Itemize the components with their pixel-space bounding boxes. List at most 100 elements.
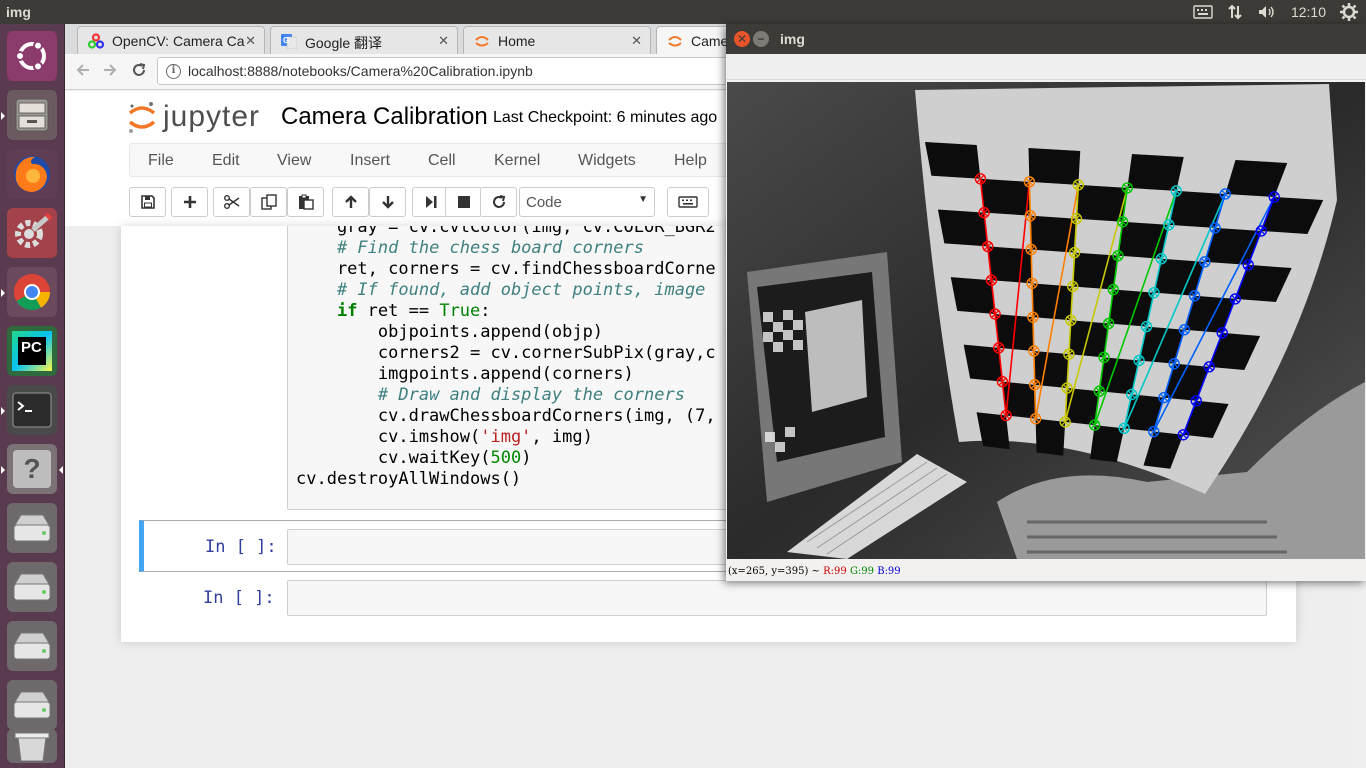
minimize-window-button[interactable]: −	[753, 31, 769, 47]
plus-icon	[183, 196, 196, 208]
clock[interactable]: 12:10	[1291, 4, 1326, 20]
launcher-system-settings[interactable]	[7, 208, 57, 258]
interrupt-button[interactable]	[445, 187, 482, 217]
tab-label: OpenCV: Camera Ca	[112, 33, 245, 49]
pycharm-icon: PC	[12, 331, 52, 371]
chessboard-square	[925, 142, 981, 179]
network-icon[interactable]	[1227, 4, 1243, 20]
help-icon: ?	[13, 450, 51, 488]
info-icon[interactable]: i	[166, 64, 181, 79]
launcher-drive-3[interactable]	[7, 621, 57, 671]
running-indicator	[1, 112, 5, 120]
restart-button[interactable]	[480, 187, 517, 217]
code-line: objpoints.append(objp)	[296, 322, 604, 342]
drive-icon	[13, 573, 51, 601]
move-up-button[interactable]	[332, 187, 369, 217]
code-line: cv.drawChessboardCorners(img, (7,	[296, 406, 716, 426]
pixel-status-bar: (x=265, y=395) ~ R:99 G:99 B:99	[726, 566, 901, 580]
file-cabinet-icon	[15, 98, 49, 132]
green-channel-value: G:99	[849, 566, 875, 577]
window-title: img	[780, 31, 805, 47]
address-bar[interactable]: i localhost:8888/notebooks/Camera%20Cali…	[157, 57, 757, 85]
launcher-files[interactable]	[1, 90, 57, 140]
cut-button[interactable]	[213, 187, 250, 217]
code-line: cv.waitKey(	[296, 448, 491, 468]
launcher-help[interactable]: ?	[1, 444, 63, 494]
code-keyword: if	[336, 301, 358, 321]
notebook-title[interactable]: Camera Calibration	[281, 103, 488, 131]
tab-opencv[interactable]: OpenCV: Camera Ca ✕	[77, 26, 265, 54]
input-prompt: In [ ]:	[203, 588, 275, 608]
close-icon[interactable]: ✕	[438, 33, 449, 49]
pycharm-label: PC	[18, 337, 46, 365]
menu-help[interactable]: Help	[674, 152, 707, 170]
blue-channel-value: B:99	[877, 566, 901, 577]
help-glyph: ?	[23, 453, 41, 484]
volume-icon[interactable]	[1257, 4, 1277, 20]
jupyter-logo-icon	[128, 102, 156, 133]
launcher-firefox[interactable]	[7, 149, 57, 199]
keyboard-icon[interactable]	[1193, 5, 1213, 19]
save-button[interactable]	[129, 187, 166, 217]
terminal-icon	[12, 392, 52, 428]
drive-icon	[13, 514, 51, 542]
window-titlebar[interactable]: ✕ − img	[726, 24, 1366, 54]
chessboard-square	[1028, 148, 1081, 185]
menu-kernel[interactable]: Kernel	[494, 152, 540, 170]
tab-home[interactable]: Home ✕	[463, 26, 651, 54]
gear-icon[interactable]	[1340, 3, 1358, 21]
calibration-image[interactable]	[727, 82, 1365, 559]
launcher-drive-1[interactable]	[7, 503, 57, 553]
code-line: ret ==	[357, 301, 440, 321]
cell-input-area[interactable]	[287, 580, 1267, 616]
code-line: , img)	[531, 427, 593, 447]
trash-icon	[14, 732, 50, 761]
move-down-button[interactable]	[369, 187, 406, 217]
arrow-up-icon	[344, 195, 357, 208]
step-forward-icon	[425, 196, 436, 208]
copy-icon	[260, 194, 277, 210]
scissors-icon	[223, 195, 239, 209]
code-line: gray = cv.cvtColor(img, cv.COLOR_BGR2	[296, 226, 716, 237]
launcher-chrome[interactable]	[1, 267, 57, 317]
code-line: cv.imshow(	[296, 427, 481, 447]
keyboard-icon	[678, 196, 698, 208]
reload-button[interactable]	[131, 62, 147, 83]
run-button[interactable]	[412, 187, 449, 217]
launcher-dash[interactable]	[7, 31, 57, 81]
insert-cell-button[interactable]	[171, 187, 208, 217]
code-comment: # Find the chess board corners	[336, 238, 644, 258]
cell-type-select[interactable]: Code ▼	[519, 187, 655, 217]
close-icon[interactable]: ✕	[245, 33, 256, 49]
launcher-drive-4[interactable]	[7, 680, 57, 730]
settings-icon	[15, 212, 53, 248]
launcher-pycharm[interactable]: PC	[7, 326, 57, 376]
top-panel: img 12:10	[0, 0, 1366, 24]
monitor-window	[805, 300, 867, 412]
command-palette-button[interactable]	[667, 187, 709, 217]
code-line: imgpoints.append(corners)	[296, 364, 634, 384]
launcher-drive-2[interactable]	[7, 562, 57, 612]
menu-edit[interactable]: Edit	[212, 152, 240, 170]
jupyter-icon	[475, 36, 489, 47]
back-button[interactable]	[75, 62, 91, 83]
copy-button[interactable]	[250, 187, 287, 217]
tab-label: Google 翻译	[305, 35, 383, 51]
menu-widgets[interactable]: Widgets	[578, 152, 636, 170]
menu-cell[interactable]: Cell	[428, 152, 456, 170]
menu-insert[interactable]: Insert	[350, 152, 390, 170]
launcher-trash[interactable]	[7, 729, 57, 763]
close-icon[interactable]: ✕	[631, 33, 642, 49]
tab-google-translate[interactable]: G Google 翻译 ✕	[270, 26, 458, 54]
window-toolbar	[726, 54, 1366, 80]
chrome-icon	[13, 274, 51, 311]
menu-file[interactable]: File	[148, 152, 174, 170]
jupyter-logo[interactable]: jupyter	[127, 99, 260, 135]
active-app-title: img	[6, 4, 31, 20]
close-window-button[interactable]: ✕	[734, 31, 750, 47]
stop-icon	[457, 196, 470, 208]
forward-button[interactable]	[102, 62, 118, 83]
menu-view[interactable]: View	[277, 152, 311, 170]
launcher-terminal[interactable]	[1, 385, 57, 435]
paste-button[interactable]	[287, 187, 324, 217]
